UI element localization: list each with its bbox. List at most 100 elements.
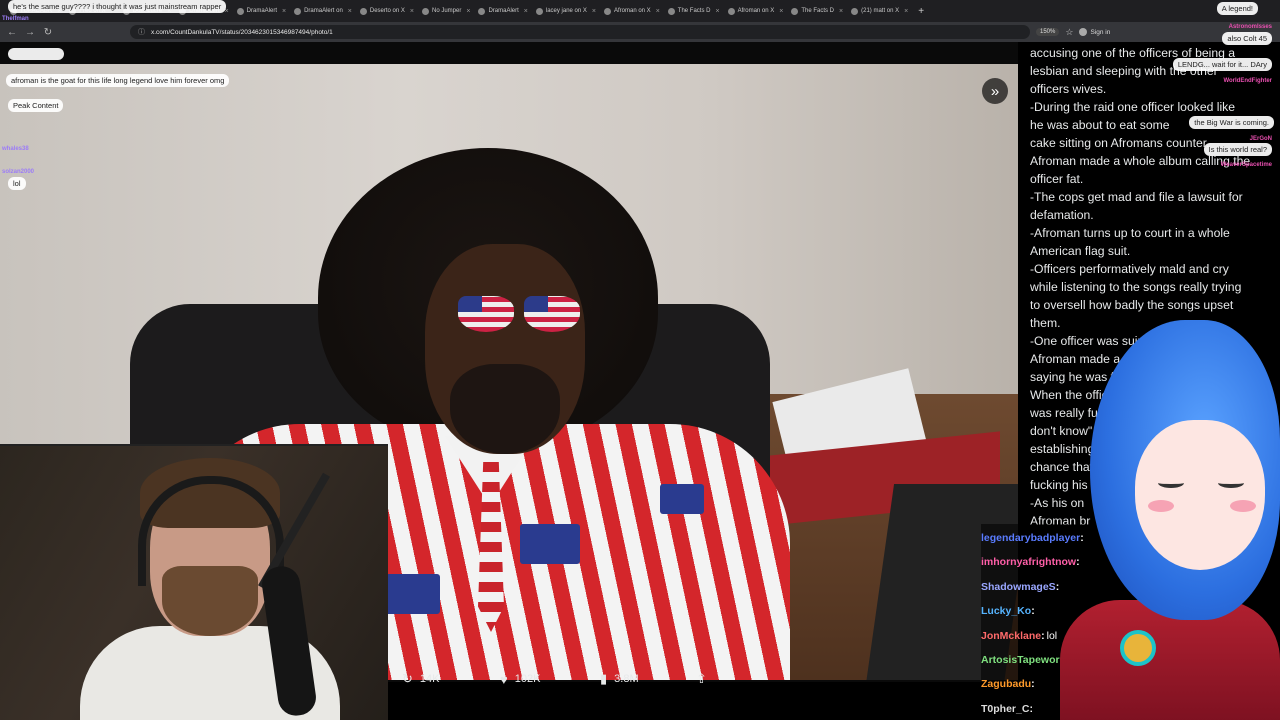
vtuber-blush [1148,500,1174,512]
tab-close-icon[interactable]: × [839,8,843,15]
browser-tab[interactable]: No Jumper × [418,2,474,20]
browser-tab[interactable]: DramaAlert × [233,2,290,20]
tab-label: Afroman on X [614,8,651,14]
heart-icon: ♥ [500,671,508,687]
post-text-line: -Officers performatively mald and cry [1030,262,1229,276]
tab-favicon-icon [422,7,429,15]
vtuber-face [1135,420,1265,570]
glasses-lens-right [524,296,580,332]
chat-message-text: Peak Content [8,99,64,112]
tab-close-icon[interactable]: × [524,8,528,15]
chat-message-text: afroman is the goat for this life long l… [6,74,230,87]
chat-message: also Colt 45 [1222,32,1272,45]
tab-favicon-icon [604,7,611,15]
tab-label: (21) matt on X [861,8,900,14]
browser-tab[interactable]: Deserto on X × [356,2,418,20]
tab-label: DramaAlert on [304,8,343,14]
browser-tab[interactable]: DramaAlert × [474,2,531,20]
chat-username[interactable]: T0pher_C [981,703,1029,715]
suit-star-patch [380,574,440,614]
tab-favicon-icon [791,7,799,15]
browser-tab[interactable]: lacey jane on X × [532,2,600,20]
tab-close-icon[interactable]: × [410,8,414,15]
tab-label: The Facts D [801,8,835,14]
chat-username-text: WorldEndFighter [1223,78,1272,84]
chat-username-text: whales38 [2,146,29,152]
streamer-webcam [0,444,388,720]
new-tab-icon[interactable]: + [912,6,930,17]
browser-tab[interactable]: Afroman on X × [724,2,788,20]
forward-icon[interactable]: → [24,27,36,38]
vtuber-gem [1120,630,1156,666]
photo-flag-glasses [458,296,583,336]
chat-emote-row [8,48,64,60]
views-icon: ▮ [600,671,608,686]
tab-label: DramaAlert [246,8,277,14]
profile-icon [1079,28,1088,36]
chat-message: Is this world real? [1203,143,1272,156]
sign-in-label: Sign in [1090,28,1111,36]
tab-close-icon[interactable]: × [282,8,286,15]
tab-label: Afroman on X [737,8,775,14]
tab-favicon-icon [359,7,367,15]
share-button[interactable]: ⇧ [696,671,707,687]
tab-label: lacey jane on X [545,8,587,14]
post-text-line: -During the raid one officer looked like [1030,100,1236,114]
tab-favicon-icon [727,7,735,15]
tab-favicon-icon [851,7,859,15]
browser-address-bar: ← → ↻ ⓘ x.com/CountDankulaTV/status/2034… [0,22,1280,42]
tab-close-icon[interactable]: × [715,8,719,15]
suit-star-patch [520,524,580,564]
url-input[interactable]: ⓘ x.com/CountDankulaTV/status/2034623015… [130,25,1030,39]
tab-close-icon[interactable]: × [904,8,908,15]
repost-button[interactable]: ↻ 14K [402,671,439,687]
reload-icon[interactable]: ↻ [42,27,54,38]
browser-tab[interactable]: The Facts D × [787,2,847,20]
browser-tab[interactable]: (21) matt on X × [847,2,912,20]
chat-username[interactable]: Zagubadu [981,678,1031,690]
browser-tab[interactable]: The Facts D × [664,2,724,20]
tab-close-icon[interactable]: × [656,8,660,15]
suit-star-patch [660,484,704,514]
chat-message-text: also Colt 45 [1222,32,1272,45]
zoom-indicator[interactable]: 150% [1036,28,1060,36]
browser-tab[interactable]: Afroman on X × [600,2,664,20]
browser-tab[interactable]: DramaAlert on × [290,2,356,20]
tab-favicon-icon [535,7,543,15]
tab-favicon-icon [667,7,675,15]
back-icon[interactable]: ← [6,27,18,38]
views-button[interactable]: ▮ 3.8M [600,671,639,687]
url-text: x.com/CountDankulaTV/status/203462301534… [151,28,333,36]
photo-beard [450,364,560,454]
sign-in-button[interactable]: Sign in [1079,28,1110,36]
like-button[interactable]: ♥ 102K [500,672,540,687]
tab-close-icon[interactable]: × [466,8,470,15]
glasses-lens-left [458,296,514,332]
tab-label: The Facts D [677,8,711,14]
chat-username: WorldEndFighter [1223,78,1272,84]
screen: { "browser": { "tabs": [ {"label": "TUPA… [0,0,1280,720]
chat-username-text: JErGoN [1249,136,1272,142]
chat-message-text: A legend! [1216,2,1258,15]
tab-label: DramaAlert [488,8,519,14]
post-text-line: defamation. [1030,208,1094,222]
tab-close-icon[interactable]: × [779,8,783,15]
chat-message-text: Is this world real? [1203,143,1272,156]
bookmark-star-icon[interactable]: ☆ [1065,27,1073,38]
tab-favicon-icon [478,7,486,15]
expand-chevron-icon[interactable]: » [982,78,1008,104]
chat-username: WeaverSpacetime [1221,162,1272,168]
chat-username[interactable]: Lucky_Ko [981,605,1031,617]
tab-close-icon[interactable]: × [592,8,596,15]
site-info-icon[interactable]: ⓘ [138,27,145,37]
chat-banner-text: he's the same guy???? i thought it was j… [8,0,227,13]
chat-username-text: solzan2000 [2,169,35,175]
post-text-line: -Afroman turns up to court in a whole [1030,226,1230,240]
tab-close-icon[interactable]: × [348,8,352,15]
post-text-line: American flag suit. [1030,244,1131,258]
chat-message: the Big War is coming. [1189,116,1274,129]
chat-banner: he's the same guy???? i thought it was j… [8,0,227,13]
tab-label: Deserto on X [369,8,405,14]
chat-message-text: the Big War is coming. [1189,116,1274,129]
tab-favicon-icon [236,7,244,15]
